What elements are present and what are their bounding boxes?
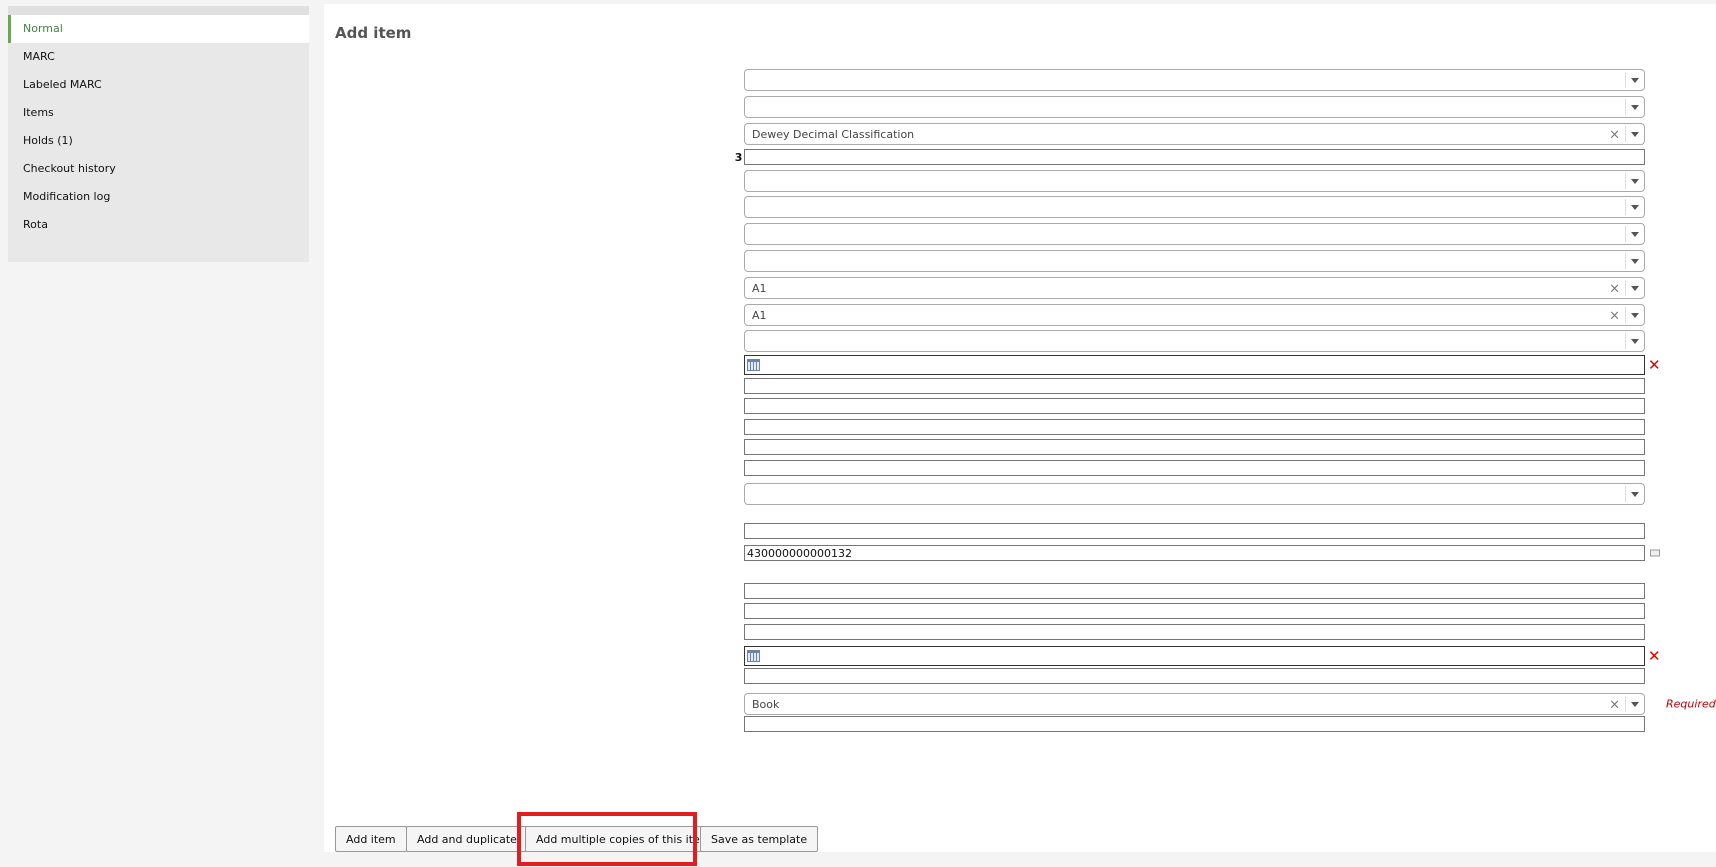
source-of-classification-or-shelving-scheme-select[interactable]: Dewey Decimal Classification × <box>744 123 1645 145</box>
form-row-coded-location-qualifier: f - Coded location qualifier <box>324 398 1716 414</box>
form-row-date-acquired: d - Date acquired✕ <box>324 355 1716 375</box>
clear-date-icon[interactable]: ✕ <box>1648 647 1661 665</box>
sidebar-item-normal[interactable]: Normal <box>8 15 309 43</box>
calendar-icon[interactable] <box>747 650 760 662</box>
dropdown-arrow-icon[interactable] <box>1625 199 1644 215</box>
form-row-non-public-note: x - Non-public note <box>324 668 1716 684</box>
page-title: Add item <box>335 24 412 42</box>
add-and-duplicate-button[interactable]: Add and duplicate <box>406 826 528 852</box>
dropdown-arrow-icon[interactable] <box>1625 696 1644 712</box>
current-library-select[interactable]: A1 × <box>744 304 1645 326</box>
form-row-copy-number: t - Copy number <box>324 583 1716 599</box>
form-row-damaged-status: 4 - Damaged status <box>324 170 1716 192</box>
current-library-selected-value: A1 <box>752 308 767 322</box>
form-row-shelving-location: c - Shelving location <box>324 330 1716 352</box>
source-of-acquisition-input[interactable] <box>744 378 1645 394</box>
cost-normal-purchase-price-input[interactable] <box>744 419 1645 435</box>
form-row-source-of-classification-or-shelving-scheme: 2 - Source of classification or shelving… <box>324 123 1716 145</box>
form-row-source-of-acquisition: e - Source of acquisition <box>324 378 1716 394</box>
form-row-current-library: b - Current libraryA1× <box>324 304 1716 326</box>
add-item-button[interactable]: Add item <box>335 826 407 852</box>
barcode-edit-icon[interactable] <box>1650 549 1660 557</box>
public-note-input[interactable] <box>744 716 1645 732</box>
form-row-not-for-loan: 7 - Not for loan <box>324 223 1716 245</box>
clear-selection-icon[interactable]: × <box>1609 697 1620 712</box>
form-row-cost-replacement-price: v - Cost, replacement price <box>324 624 1716 640</box>
dropdown-arrow-icon[interactable] <box>1625 307 1644 323</box>
sidebar-item-marc[interactable]: MARC <box>8 43 309 71</box>
form-row-materials-specified-bound-volume-or-other-part: 3 - Materials specified (bound volume or… <box>324 149 1716 165</box>
dropdown-arrow-icon[interactable] <box>1625 253 1644 269</box>
form-row-koha-item-type: y - Koha item typeBook×Required <box>324 693 1716 715</box>
sidebar-item-checkout-history[interactable]: Checkout history <box>8 155 309 183</box>
home-library-selected-value: A1 <box>752 281 767 295</box>
form-row-collection-code: 8 - Collection code <box>324 250 1716 272</box>
form-row-home-library: a - Home libraryA1× <box>324 277 1716 299</box>
copy-number-input[interactable] <box>744 583 1645 599</box>
calendar-icon[interactable] <box>747 359 760 371</box>
clear-selection-icon[interactable]: × <box>1609 127 1620 142</box>
serial-enumeration-chronology-input[interactable] <box>744 439 1645 455</box>
clear-selection-icon[interactable]: × <box>1609 281 1620 296</box>
form-row-uniform-resource-identifier: u - Uniform Resource Identifier <box>324 603 1716 619</box>
withdrawn-status-select[interactable] <box>744 69 1645 91</box>
clear-selection-icon[interactable]: × <box>1609 308 1620 323</box>
sidebar-item-labeled-marc[interactable]: Labeled MARC <box>8 71 309 99</box>
sidebar-nav: Normal MARC Labeled MARC Items Holds (1)… <box>8 6 309 262</box>
inventory-number-input[interactable] <box>744 460 1645 476</box>
koha-item-type-select[interactable]: Book × <box>744 693 1645 715</box>
form-row-cost-normal-purchase-price: g - Cost, normal purchase price <box>324 419 1716 435</box>
dropdown-arrow-icon[interactable] <box>1625 226 1644 242</box>
use-restrictions-select[interactable] <box>744 196 1645 218</box>
materials-specified-bound-volume-or-other-part-input[interactable] <box>744 149 1645 165</box>
form-row-full-call-number: o - Full call number <box>324 523 1716 539</box>
sidebar-item-modification-log[interactable]: Modification log <box>8 183 309 211</box>
required-note: Required <box>1666 697 1716 711</box>
save-as-template-button[interactable]: Save as template <box>700 826 819 852</box>
date-acquired-date-input[interactable] <box>744 355 1645 375</box>
dropdown-arrow-icon[interactable] <box>1625 280 1644 296</box>
main-content: Add item 0 - Withdrawn status 1 - Lost st… <box>324 4 1716 852</box>
form-row-use-restrictions: 5 - Use restrictions <box>324 196 1716 218</box>
dropdown-arrow-icon[interactable] <box>1625 72 1644 88</box>
uniform-resource-identifier-input[interactable] <box>744 603 1645 619</box>
sidebar-top-strip <box>8 6 309 15</box>
source-of-classification-or-shelving-scheme-selected-value: Dewey Decimal Classification <box>752 127 915 141</box>
clear-date-icon[interactable]: ✕ <box>1648 356 1661 374</box>
price-effective-from-date-input[interactable] <box>744 646 1645 666</box>
cost-replacement-price-input[interactable] <box>744 624 1645 640</box>
form-row-barcode: p - Barcode430000000000132 <box>324 545 1716 561</box>
full-call-number-input[interactable] <box>744 523 1645 539</box>
non-public-note-input[interactable] <box>744 668 1645 684</box>
sidebar-item-rota[interactable]: Rota <box>8 211 309 239</box>
dropdown-arrow-icon[interactable] <box>1625 126 1644 142</box>
form-row-lost-status: 1 - Lost status <box>324 96 1716 118</box>
coded-location-qualifier-input[interactable] <box>744 398 1645 414</box>
form-row-shelving-control-number: j - Shelving control number <box>324 483 1716 505</box>
form-row-inventory-number: i - Inventory number <box>324 460 1716 476</box>
form-row-withdrawn-status: 0 - Withdrawn status <box>324 69 1716 91</box>
home-library-select[interactable]: A1 × <box>744 277 1645 299</box>
dropdown-arrow-icon[interactable] <box>1625 486 1644 502</box>
collection-code-select[interactable] <box>744 250 1645 272</box>
form-row-price-effective-from: w - Price effective from✕ <box>324 646 1716 666</box>
lost-status-select[interactable] <box>744 96 1645 118</box>
sidebar-item-items[interactable]: Items <box>8 99 309 127</box>
dropdown-arrow-icon[interactable] <box>1625 99 1644 115</box>
sidebar-item-holds[interactable]: Holds (1) <box>8 127 309 155</box>
not-for-loan-select[interactable] <box>744 223 1645 245</box>
koha-item-type-selected-value: Book <box>752 697 780 711</box>
form-row-public-note: z - Public note <box>324 716 1716 732</box>
form-row-serial-enumeration-chronology: h - Serial Enumeration / chronology <box>324 439 1716 455</box>
add-multiple-copies-button[interactable]: Add multiple copies of this item <box>525 826 722 852</box>
barcode-input[interactable]: 430000000000132 <box>744 545 1645 561</box>
shelving-control-number-select[interactable] <box>744 483 1645 505</box>
dropdown-arrow-icon[interactable] <box>1625 173 1644 189</box>
damaged-status-select[interactable] <box>744 170 1645 192</box>
dropdown-arrow-icon[interactable] <box>1625 333 1644 349</box>
shelving-location-select[interactable] <box>744 330 1645 352</box>
